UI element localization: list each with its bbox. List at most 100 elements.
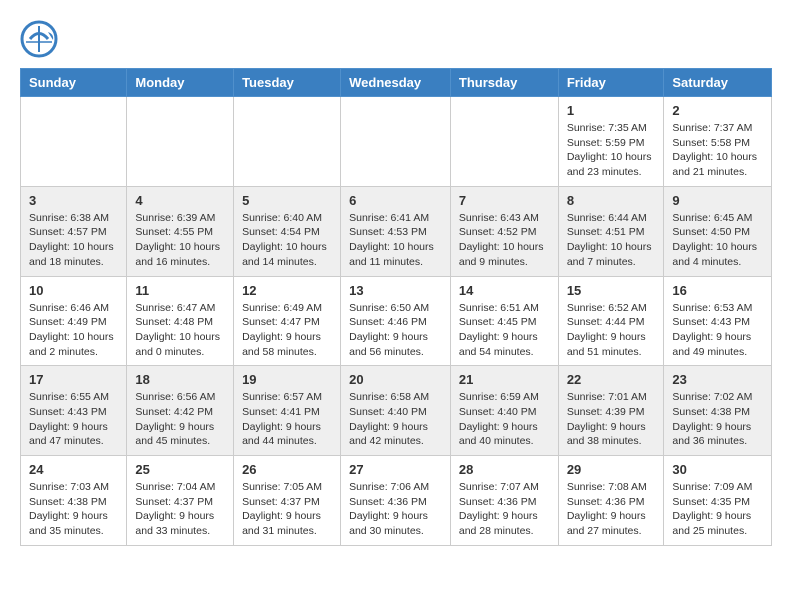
day-number: 1 <box>567 103 656 118</box>
day-number: 9 <box>672 193 763 208</box>
day-info: Sunrise: 6:50 AM Sunset: 4:46 PM Dayligh… <box>349 301 442 360</box>
day-info: Sunrise: 7:01 AM Sunset: 4:39 PM Dayligh… <box>567 390 656 449</box>
calendar-cell: 27 Sunrise: 7:06 AM Sunset: 4:36 PM Dayli… <box>341 456 451 546</box>
calendar-header-saturday: Saturday <box>664 69 772 97</box>
day-number: 4 <box>135 193 225 208</box>
day-number: 19 <box>242 372 332 387</box>
day-info: Sunrise: 6:51 AM Sunset: 4:45 PM Dayligh… <box>459 301 550 360</box>
calendar-cell: 25 Sunrise: 7:04 AM Sunset: 4:37 PM Dayli… <box>127 456 234 546</box>
logo <box>20 20 62 58</box>
day-info: Sunrise: 6:52 AM Sunset: 4:44 PM Dayligh… <box>567 301 656 360</box>
day-number: 18 <box>135 372 225 387</box>
day-info: Sunrise: 6:46 AM Sunset: 4:49 PM Dayligh… <box>29 301 118 360</box>
calendar-cell <box>341 97 451 187</box>
day-number: 17 <box>29 372 118 387</box>
day-info: Sunrise: 7:06 AM Sunset: 4:36 PM Dayligh… <box>349 480 442 539</box>
logo-icon <box>20 20 58 58</box>
calendar-cell: 2 Sunrise: 7:37 AM Sunset: 5:58 PM Daylig… <box>664 97 772 187</box>
day-number: 10 <box>29 283 118 298</box>
calendar-cell: 3 Sunrise: 6:38 AM Sunset: 4:57 PM Daylig… <box>21 186 127 276</box>
day-info: Sunrise: 7:03 AM Sunset: 4:38 PM Dayligh… <box>29 480 118 539</box>
day-number: 12 <box>242 283 332 298</box>
calendar-cell <box>21 97 127 187</box>
calendar-cell: 29 Sunrise: 7:08 AM Sunset: 4:36 PM Dayli… <box>558 456 664 546</box>
day-info: Sunrise: 6:38 AM Sunset: 4:57 PM Dayligh… <box>29 211 118 270</box>
day-number: 14 <box>459 283 550 298</box>
day-number: 21 <box>459 372 550 387</box>
calendar-cell <box>234 97 341 187</box>
calendar-cell: 5 Sunrise: 6:40 AM Sunset: 4:54 PM Daylig… <box>234 186 341 276</box>
calendar-cell: 7 Sunrise: 6:43 AM Sunset: 4:52 PM Daylig… <box>450 186 558 276</box>
calendar-cell: 13Sunrise: 6:50 AM Sunset: 4:46 PM Dayli… <box>341 276 451 366</box>
day-info: Sunrise: 6:57 AM Sunset: 4:41 PM Dayligh… <box>242 390 332 449</box>
day-info: Sunrise: 6:53 AM Sunset: 4:43 PM Dayligh… <box>672 301 763 360</box>
day-info: Sunrise: 6:55 AM Sunset: 4:43 PM Dayligh… <box>29 390 118 449</box>
calendar-row-3: 17 Sunrise: 6:55 AM Sunset: 4:43 PM Dayli… <box>21 366 772 456</box>
day-number: 27 <box>349 462 442 477</box>
day-number: 5 <box>242 193 332 208</box>
calendar-header-wednesday: Wednesday <box>341 69 451 97</box>
day-info: Sunrise: 7:35 AM Sunset: 5:59 PM Dayligh… <box>567 121 656 180</box>
calendar-cell: 30 Sunrise: 7:09 AM Sunset: 4:35 PM Dayli… <box>664 456 772 546</box>
calendar-cell <box>127 97 234 187</box>
day-info: Sunrise: 6:59 AM Sunset: 4:40 PM Dayligh… <box>459 390 550 449</box>
day-info: Sunrise: 7:07 AM Sunset: 4:36 PM Dayligh… <box>459 480 550 539</box>
calendar-cell: 9 Sunrise: 6:45 AM Sunset: 4:50 PM Daylig… <box>664 186 772 276</box>
day-info: Sunrise: 6:45 AM Sunset: 4:50 PM Dayligh… <box>672 211 763 270</box>
calendar-cell: 14 Sunrise: 6:51 AM Sunset: 4:45 PM Dayli… <box>450 276 558 366</box>
day-info: Sunrise: 6:41 AM Sunset: 4:53 PM Dayligh… <box>349 211 442 270</box>
day-number: 29 <box>567 462 656 477</box>
calendar-table: SundayMondayTuesdayWednesdayThursdayFrid… <box>20 68 772 546</box>
calendar-cell: 6 Sunrise: 6:41 AM Sunset: 4:53 PM Daylig… <box>341 186 451 276</box>
day-info: Sunrise: 7:08 AM Sunset: 4:36 PM Dayligh… <box>567 480 656 539</box>
day-info: Sunrise: 7:05 AM Sunset: 4:37 PM Dayligh… <box>242 480 332 539</box>
calendar-row-1: 3 Sunrise: 6:38 AM Sunset: 4:57 PM Daylig… <box>21 186 772 276</box>
day-number: 24 <box>29 462 118 477</box>
day-number: 16 <box>672 283 763 298</box>
calendar-header-monday: Monday <box>127 69 234 97</box>
day-info: Sunrise: 6:44 AM Sunset: 4:51 PM Dayligh… <box>567 211 656 270</box>
calendar-cell: 22 Sunrise: 7:01 AM Sunset: 4:39 PM Dayli… <box>558 366 664 456</box>
day-info: Sunrise: 6:58 AM Sunset: 4:40 PM Dayligh… <box>349 390 442 449</box>
page-header <box>20 20 772 58</box>
calendar-cell: 19 Sunrise: 6:57 AM Sunset: 4:41 PM Dayli… <box>234 366 341 456</box>
calendar-row-4: 24 Sunrise: 7:03 AM Sunset: 4:38 PM Dayli… <box>21 456 772 546</box>
calendar-cell <box>450 97 558 187</box>
calendar-header-tuesday: Tuesday <box>234 69 341 97</box>
day-info: Sunrise: 7:02 AM Sunset: 4:38 PM Dayligh… <box>672 390 763 449</box>
day-number: 23 <box>672 372 763 387</box>
calendar-cell: 11Sunrise: 6:47 AM Sunset: 4:48 PM Dayli… <box>127 276 234 366</box>
calendar-cell: 23 Sunrise: 7:02 AM Sunset: 4:38 PM Dayli… <box>664 366 772 456</box>
calendar-cell: 18 Sunrise: 6:56 AM Sunset: 4:42 PM Dayli… <box>127 366 234 456</box>
calendar-cell: 28Sunrise: 7:07 AM Sunset: 4:36 PM Dayli… <box>450 456 558 546</box>
day-number: 8 <box>567 193 656 208</box>
day-number: 2 <box>672 103 763 118</box>
day-number: 25 <box>135 462 225 477</box>
calendar-row-2: 10 Sunrise: 6:46 AM Sunset: 4:49 PM Dayli… <box>21 276 772 366</box>
day-info: Sunrise: 6:39 AM Sunset: 4:55 PM Dayligh… <box>135 211 225 270</box>
calendar-header-row: SundayMondayTuesdayWednesdayThursdayFrid… <box>21 69 772 97</box>
day-number: 20 <box>349 372 442 387</box>
calendar-cell: 8 Sunrise: 6:44 AM Sunset: 4:51 PM Daylig… <box>558 186 664 276</box>
calendar-cell: 10 Sunrise: 6:46 AM Sunset: 4:49 PM Dayli… <box>21 276 127 366</box>
calendar-header-sunday: Sunday <box>21 69 127 97</box>
day-info: Sunrise: 7:04 AM Sunset: 4:37 PM Dayligh… <box>135 480 225 539</box>
day-info: Sunrise: 6:49 AM Sunset: 4:47 PM Dayligh… <box>242 301 332 360</box>
day-number: 6 <box>349 193 442 208</box>
day-number: 7 <box>459 193 550 208</box>
day-number: 3 <box>29 193 118 208</box>
day-info: Sunrise: 6:56 AM Sunset: 4:42 PM Dayligh… <box>135 390 225 449</box>
day-number: 26 <box>242 462 332 477</box>
calendar-cell: 4 Sunrise: 6:39 AM Sunset: 4:55 PM Daylig… <box>127 186 234 276</box>
day-info: Sunrise: 6:47 AM Sunset: 4:48 PM Dayligh… <box>135 301 225 360</box>
day-info: Sunrise: 7:09 AM Sunset: 4:35 PM Dayligh… <box>672 480 763 539</box>
day-info: Sunrise: 7:37 AM Sunset: 5:58 PM Dayligh… <box>672 121 763 180</box>
day-number: 22 <box>567 372 656 387</box>
calendar-cell: 26 Sunrise: 7:05 AM Sunset: 4:37 PM Dayli… <box>234 456 341 546</box>
calendar-cell: 24 Sunrise: 7:03 AM Sunset: 4:38 PM Dayli… <box>21 456 127 546</box>
day-info: Sunrise: 6:40 AM Sunset: 4:54 PM Dayligh… <box>242 211 332 270</box>
day-info: Sunrise: 6:43 AM Sunset: 4:52 PM Dayligh… <box>459 211 550 270</box>
calendar-header-friday: Friday <box>558 69 664 97</box>
day-number: 30 <box>672 462 763 477</box>
calendar-cell: 16 Sunrise: 6:53 AM Sunset: 4:43 PM Dayli… <box>664 276 772 366</box>
